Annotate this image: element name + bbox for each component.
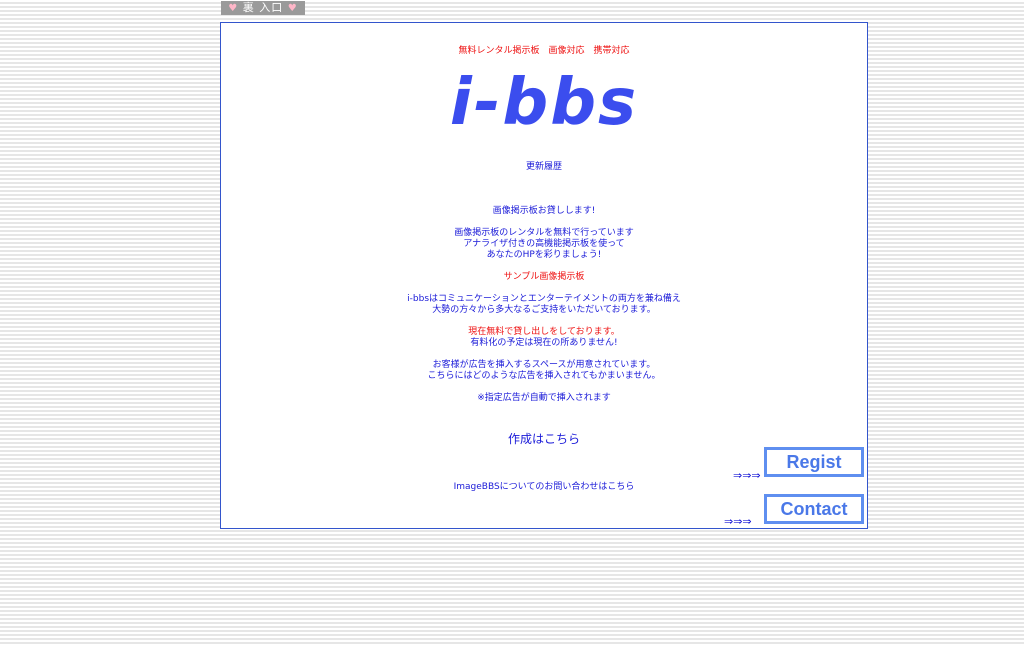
ads-line: お客様が広告を挿入するスペースが用意されています。 bbox=[432, 360, 656, 370]
contact-text-link[interactable]: ImageBBSについてのお問い合わせはこちら bbox=[221, 482, 867, 493]
heart-icon: ♥ bbox=[287, 3, 298, 14]
heart-icon: ♥ bbox=[228, 3, 239, 14]
update-history-link[interactable]: 更新履歴 bbox=[221, 162, 867, 173]
regist-button[interactable]: Regist bbox=[764, 447, 864, 477]
no-fee-notice: 有料化の予定は現在の所ありません! bbox=[470, 338, 618, 348]
intro-headline: 画像掲示板お貸しします! bbox=[492, 206, 596, 216]
intro-line: 画像掲示板のレンタルを無料で行っています bbox=[454, 228, 634, 238]
site-logo: i-bbs bbox=[449, 66, 639, 140]
ads-line: こちらにはどのような広告を挿入されてもかまいません。 bbox=[427, 371, 661, 381]
ads-note: ※指定広告が自動で挿入されます bbox=[477, 393, 611, 403]
arrows-contact: ⇒⇒⇒ bbox=[724, 515, 752, 528]
intro-line: アナライザ付きの高機能掲示板を使って bbox=[463, 239, 625, 249]
free-notice: 現在無料で貸し出しをしております。 bbox=[468, 327, 620, 337]
contact-button[interactable]: Contact bbox=[764, 494, 864, 524]
create-link[interactable]: 作成はこちら bbox=[221, 432, 867, 447]
description-line: i-bbsはコミュニケーションとエンターテイメントの両方を兼ね備え bbox=[407, 294, 681, 304]
description-line: 大勢の方々から多大なるご支持をいただいております。 bbox=[432, 305, 656, 315]
back-entrance-link[interactable]: ♥ 裏 入口 ♥ bbox=[221, 1, 305, 15]
sample-bbs-link[interactable]: サンプル画像掲示板 bbox=[221, 272, 867, 283]
intro-line: あなたのHPを彩りましょう! bbox=[486, 250, 602, 260]
tagline: 無料レンタル掲示板 画像対応 携帯対応 bbox=[458, 46, 630, 56]
arrows-regist: ⇒⇒⇒ bbox=[733, 469, 761, 482]
back-entrance-label: 裏 入口 bbox=[242, 1, 284, 14]
